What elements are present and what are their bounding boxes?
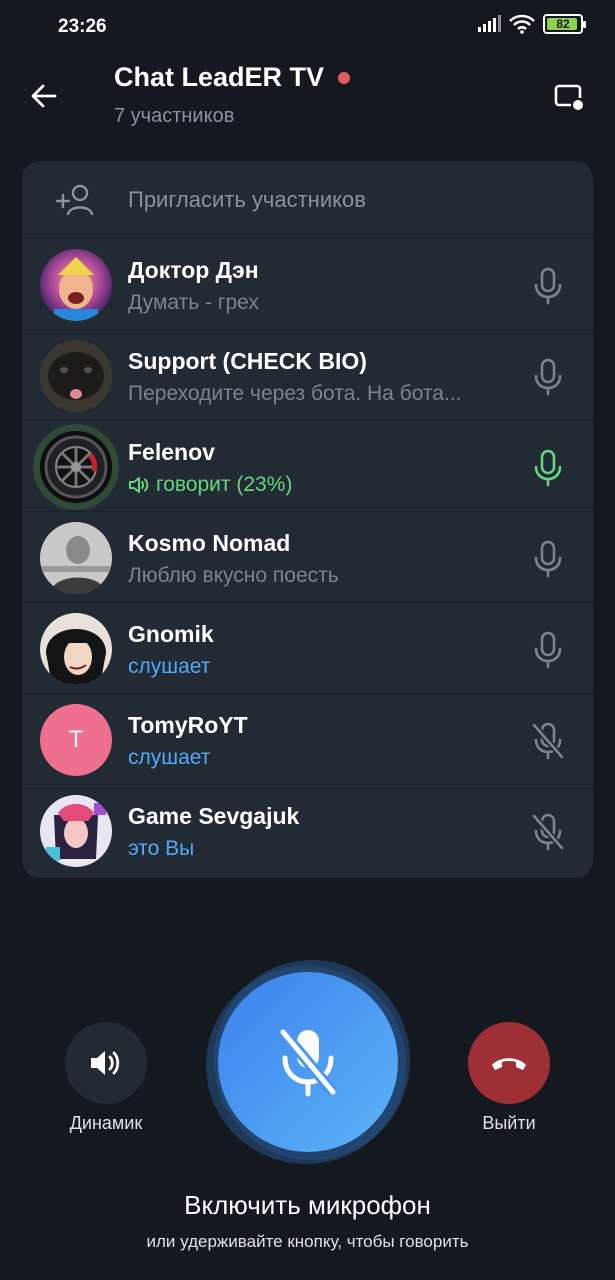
participant-status: Переходите через бота. На бота... [128, 382, 462, 405]
participant-name: TomyRoYT [128, 712, 248, 738]
participant-name: Game Sevgajuk [128, 803, 300, 829]
participant-name: Kosmo Nomad [128, 530, 291, 556]
avatar [40, 431, 112, 503]
participant-status: Люблю вкусно поесть [128, 564, 339, 587]
speaker-wave-icon [129, 477, 149, 493]
participant-name: Доктор Дэн [128, 257, 259, 283]
leave-button[interactable] [468, 1022, 550, 1104]
mic-toggle-wrap [206, 960, 410, 1164]
call-controls: Динамик Выйти Включить микрофон или удер… [0, 950, 615, 1280]
back-button[interactable] [26, 78, 62, 114]
participant-row[interactable]: Доктор Дэн Думать - грех [22, 239, 593, 330]
leave-label: Выйти [482, 1113, 536, 1133]
mic-muted-icon[interactable] [531, 722, 565, 760]
invite-participants-button[interactable]: Пригласить участников [22, 161, 593, 239]
battery-level: 82 [556, 17, 570, 31]
battery-icon: 82 [543, 14, 586, 34]
participant-row[interactable]: Kosmo Nomad Люблю вкусно поесть [22, 512, 593, 603]
avatar [40, 340, 112, 412]
mic-toggle-button[interactable] [218, 972, 398, 1152]
screen-share-button[interactable] [553, 80, 587, 114]
chat-info: Chat LeadER TV 7 участников [114, 62, 351, 128]
mic-icon[interactable] [531, 267, 565, 305]
hang-up-icon [492, 1058, 526, 1070]
participant-row[interactable]: Felenov говорит (23%) [22, 421, 593, 512]
mic-icon[interactable] [531, 540, 565, 578]
arrow-left-icon [31, 84, 57, 108]
status-time: 23:26 [58, 16, 107, 37]
participant-name: Support (CHECK BIO) [128, 348, 367, 374]
recording-dot-icon [338, 71, 351, 84]
chat-title: Chat LeadER TV [114, 62, 351, 93]
avatar: T [40, 704, 112, 776]
participant-status: говорит (23%) [128, 473, 292, 497]
speaker-button[interactable] [65, 1022, 147, 1104]
participant-status: это Вы [128, 837, 195, 860]
participant-row[interactable]: Gnomik слушает [22, 603, 593, 694]
mic-off-icon [278, 1028, 338, 1097]
mic-speaking-icon[interactable] [531, 449, 565, 487]
participant-status: Думать - грех [128, 291, 259, 314]
status-icons: 82 [477, 14, 586, 34]
participants-panel: Пригласить участников Доктор Дэн Думать … [22, 161, 593, 878]
invite-label: Пригласить участников [128, 186, 366, 212]
mic-icon[interactable] [531, 631, 565, 669]
header: Chat LeadER TV 7 участников [0, 56, 615, 146]
signal-icon [478, 15, 501, 32]
speaker-label: Динамик [69, 1113, 143, 1133]
avatar-letter: T [68, 726, 84, 753]
participant-status-text: говорит (23%) [156, 473, 293, 496]
chat-title-text: Chat LeadER TV [114, 62, 325, 92]
avatar [40, 613, 112, 685]
avatar [40, 249, 112, 321]
status-bar: 23:26 82 [0, 0, 615, 56]
avatar [40, 522, 112, 594]
participant-name: Gnomik [128, 621, 214, 647]
participant-row[interactable]: T TomyRoYT слушает [22, 694, 593, 785]
participant-row[interactable]: Game Sevgajuk это Вы [22, 785, 593, 876]
screen-share-icon [554, 84, 584, 111]
wifi-icon [509, 14, 535, 34]
mic-muted-icon[interactable] [531, 813, 565, 851]
participants-count: 7 участников [114, 105, 235, 127]
speaker-icon [91, 1051, 120, 1075]
participant-row[interactable]: Support (CHECK BIO) Переходите через бот… [22, 330, 593, 421]
hint-title: Включить микрофон [184, 1190, 431, 1220]
hint-subtitle: или удерживайте кнопку, чтобы говорить [146, 1232, 469, 1251]
participant-status: слушает [128, 746, 211, 769]
avatar [40, 795, 112, 867]
participant-name: Felenov [128, 439, 215, 465]
mic-icon[interactable] [531, 358, 565, 396]
add-user-icon [56, 184, 94, 215]
participant-status: слушает [128, 655, 211, 678]
